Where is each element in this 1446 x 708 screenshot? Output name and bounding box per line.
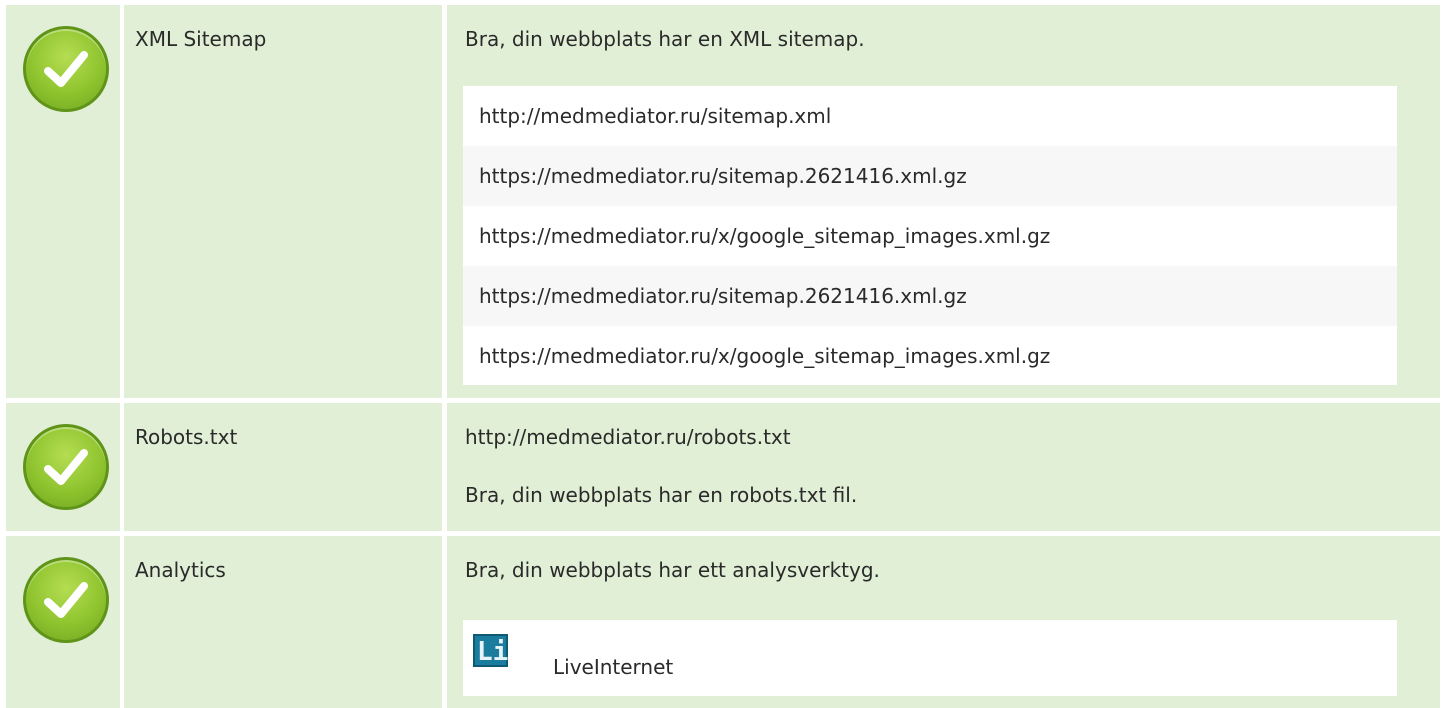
check-name: Robots.txt xyxy=(135,425,238,449)
status-cell xyxy=(6,536,120,708)
analytics-tool-item: Li LiveInternet xyxy=(463,620,1397,696)
liveinternet-logo-icon: Li xyxy=(473,634,508,667)
result-row-analytics: Analytics Bra, din webbplats har ett ana… xyxy=(0,536,1446,708)
check-name-cell: Analytics xyxy=(124,536,442,708)
result-message: Bra, din webbplats har en XML sitemap. xyxy=(465,27,865,51)
result-row-xml-sitemap: XML Sitemap Bra, din webbplats har en XM… xyxy=(0,5,1446,398)
analytics-tool-name: LiveInternet xyxy=(553,655,674,679)
status-cell xyxy=(6,5,120,398)
sitemap-url[interactable]: http://medmediator.ru/sitemap.xml xyxy=(463,86,1397,146)
sitemap-url-list: http://medmediator.ru/sitemap.xml https:… xyxy=(463,86,1397,385)
sitemap-url[interactable]: https://medmediator.ru/x/google_sitemap_… xyxy=(463,326,1397,386)
check-name-cell: XML Sitemap xyxy=(124,5,442,398)
check-icon xyxy=(23,557,109,643)
check-name: XML Sitemap xyxy=(135,27,267,51)
status-cell xyxy=(6,403,120,531)
check-icon xyxy=(23,424,109,510)
robots-url[interactable]: http://medmediator.ru/robots.txt xyxy=(465,425,791,449)
sitemap-url[interactable]: https://medmediator.ru/x/google_sitemap_… xyxy=(463,206,1397,266)
sitemap-url[interactable]: https://medmediator.ru/sitemap.2621416.x… xyxy=(463,266,1397,326)
check-icon xyxy=(23,26,109,112)
check-name-cell: Robots.txt xyxy=(124,403,442,531)
check-name: Analytics xyxy=(135,558,226,582)
sitemap-url[interactable]: https://medmediator.ru/sitemap.2621416.x… xyxy=(463,146,1397,206)
check-result-cell: Bra, din webbplats har ett analysverktyg… xyxy=(447,536,1440,708)
result-message: Bra, din webbplats har ett analysverktyg… xyxy=(465,558,880,582)
result-row-robots: Robots.txt http://medmediator.ru/robots.… xyxy=(0,403,1446,531)
result-message: Bra, din webbplats har en robots.txt fil… xyxy=(465,483,858,507)
check-result-cell: Bra, din webbplats har en XML sitemap. h… xyxy=(447,5,1440,398)
check-result-cell: http://medmediator.ru/robots.txt Bra, di… xyxy=(447,403,1440,531)
